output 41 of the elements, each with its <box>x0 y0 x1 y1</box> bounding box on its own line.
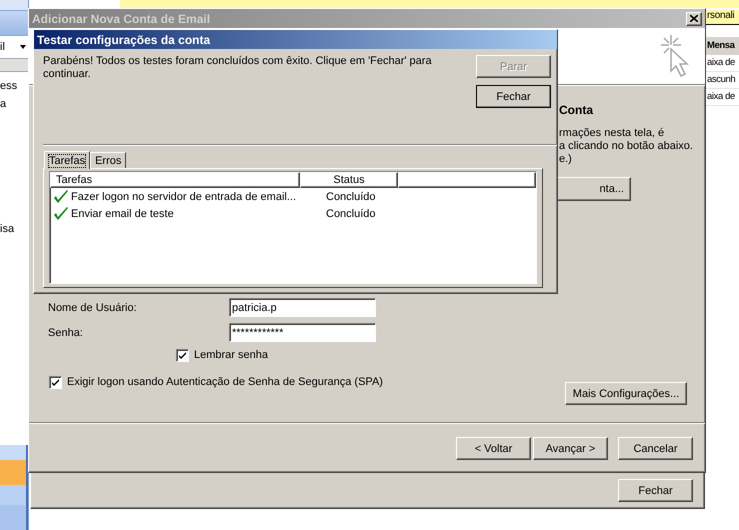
column-header: Mensa <box>706 37 739 55</box>
checkbox[interactable] <box>49 376 62 389</box>
table-cell-text: Concluído <box>325 208 377 220</box>
table-cell: Fazer logon no servidor de entrada de email... <box>50 190 310 204</box>
close-button[interactable]: Fechar <box>476 85 551 108</box>
checkbox[interactable] <box>176 349 189 362</box>
password-field[interactable]: ************ <box>229 323 376 342</box>
table-cell: Enviar email de teste <box>50 206 310 220</box>
back-button[interactable]: < Voltar <box>456 437 531 460</box>
section-title: Conta <box>558 103 593 117</box>
cancel-button[interactable]: Cancelar <box>618 437 693 460</box>
column-header[interactable] <box>398 172 536 188</box>
banner-link[interactable]: rsonali <box>706 10 739 25</box>
next-button[interactable]: Avançar > <box>533 437 608 460</box>
description-text: rmações nesta tela, é <box>558 127 664 140</box>
more-settings-button[interactable]: Mais Configurações... <box>565 382 687 405</box>
check-icon <box>51 378 60 387</box>
close-button[interactable] <box>686 12 702 26</box>
folder-item[interactable]: ess <box>0 80 18 92</box>
checkbox-label: Exigir logon usando Autenticação de Senha de Segurança (SPA) <box>67 376 384 389</box>
dropdown-arrow-icon <box>20 45 26 49</box>
column-header[interactable]: Status <box>300 172 398 188</box>
checkbox-label: Lembrar senha <box>194 349 269 362</box>
column-header[interactable]: Tarefas <box>50 172 300 188</box>
tab[interactable]: Tarefas <box>44 151 90 169</box>
dialog-title: Testar configurações da conta <box>37 32 210 46</box>
window-title: Adicionar Nova Conta de Email <box>32 12 210 26</box>
status-message: Parabéns! Todos os testes foram concluídos com êxito. Clique em 'Fechar' para continuar. <box>43 55 433 82</box>
pane-header-bar <box>0 59 28 72</box>
check-icon <box>178 351 187 360</box>
folder-item[interactable]: isa <box>0 223 14 235</box>
tab[interactable]: Erros <box>90 152 126 168</box>
username-field[interactable]: patricia.p <box>229 298 376 317</box>
description-text: e.) <box>558 153 572 166</box>
field-label: Nome de Usuário: <box>48 302 138 314</box>
close-icon <box>690 15 698 22</box>
description-text: a clicando no botão abaixo. <box>558 140 693 153</box>
field-label: Senha: <box>48 326 84 338</box>
folder-item[interactable]: a <box>0 98 6 110</box>
close-button[interactable]: Fechar <box>618 479 693 502</box>
table-cell-text: Concluído <box>325 190 377 202</box>
